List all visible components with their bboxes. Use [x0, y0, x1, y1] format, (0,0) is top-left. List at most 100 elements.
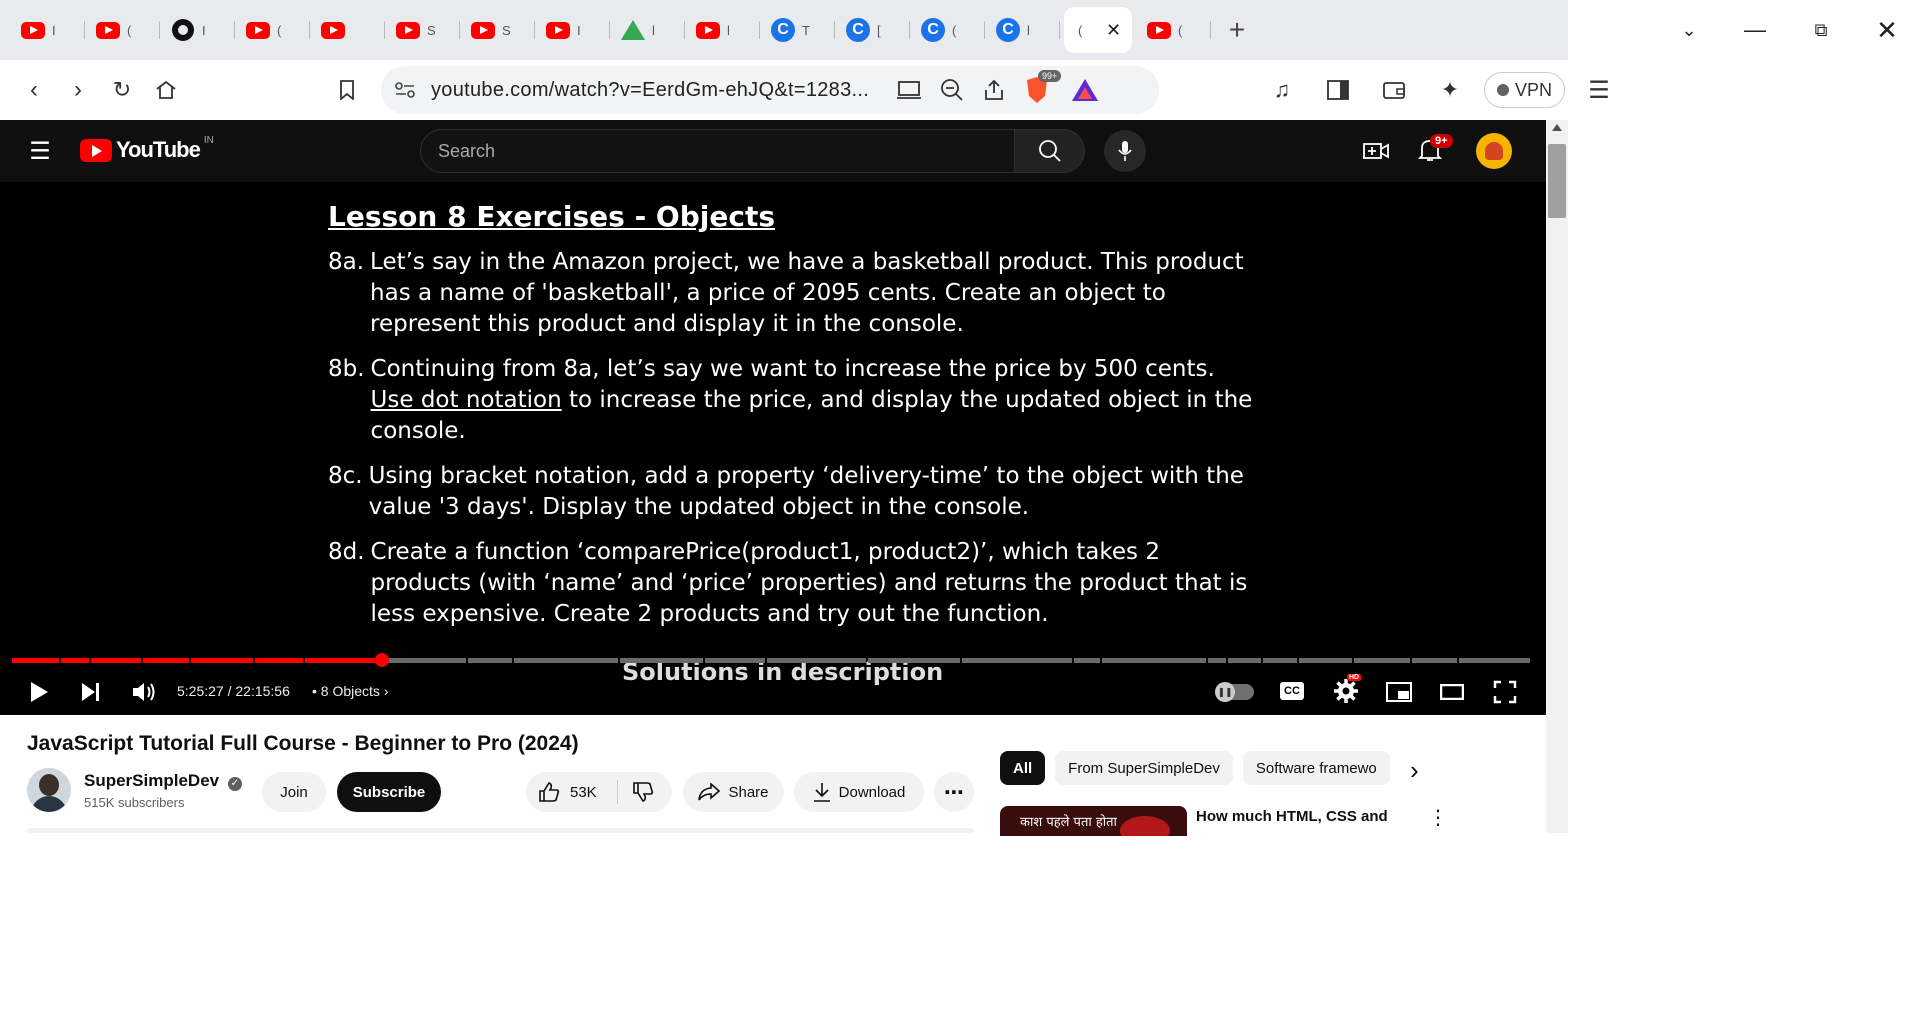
sidebar-toggle-icon[interactable] [1316, 70, 1360, 110]
channel-name-text[interactable]: SuperSimpleDev [84, 771, 219, 790]
chapter-segment[interactable] [620, 658, 704, 663]
chapter-button[interactable]: • 8 Objects › [312, 683, 389, 699]
voice-search-button[interactable] [1104, 130, 1146, 172]
browser-tab[interactable]: I [10, 7, 85, 53]
scrubber-handle[interactable] [375, 653, 390, 667]
browser-tab[interactable] [310, 7, 385, 53]
related-thumbnail[interactable]: काश पहले पता होता [1000, 806, 1187, 836]
channel-avatar[interactable] [27, 768, 71, 812]
restore-button[interactable]: ⧉ [1788, 0, 1854, 60]
browser-tab[interactable]: l [685, 7, 760, 53]
dislike-button[interactable] [618, 781, 654, 803]
bookmark-button[interactable] [325, 70, 369, 110]
tab-search-chevron-icon[interactable]: ⌄ [1656, 0, 1722, 60]
join-button[interactable]: Join [262, 772, 326, 812]
site-info-icon[interactable] [393, 80, 417, 100]
wallet-icon[interactable] [1372, 70, 1416, 110]
volume-button[interactable] [131, 680, 157, 709]
browser-tab[interactable]: I [535, 7, 610, 53]
browser-tab[interactable]: S [385, 7, 460, 53]
more-actions-button[interactable]: ⋯ [934, 772, 974, 812]
chapter-segment[interactable] [962, 658, 1073, 663]
browser-tab[interactable]: S [460, 7, 535, 53]
menu-hamburger-icon[interactable]: ☰ [1577, 70, 1621, 110]
back-button[interactable]: ‹ [12, 70, 56, 110]
youtube-logo[interactable]: YouTube IN [80, 135, 214, 163]
create-video-button[interactable] [1362, 139, 1390, 168]
chapter-segment[interactable] [513, 658, 618, 663]
chapter-segment[interactable] [1411, 658, 1458, 663]
scrollbar-thumb[interactable] [1548, 144, 1566, 218]
chapter-segment[interactable] [1228, 658, 1261, 663]
account-avatar[interactable] [1476, 133, 1512, 169]
brave-rewards-triangle-icon[interactable] [1070, 77, 1100, 103]
like-button[interactable]: 53K [526, 780, 618, 804]
download-button[interactable]: Download [794, 772, 924, 812]
chapter-segment[interactable] [705, 658, 766, 663]
home-button[interactable] [144, 70, 188, 110]
leo-ai-icon[interactable]: ✦ [1428, 70, 1472, 110]
related-video-title[interactable]: How much HTML, CSS and [1196, 808, 1388, 825]
notifications-button[interactable]: 9+ [1417, 134, 1453, 168]
close-tab-icon[interactable]: ✕ [1106, 20, 1121, 41]
browser-tab[interactable]: CT [760, 7, 835, 53]
chapter-segment[interactable] [1262, 658, 1298, 663]
search-button[interactable] [1015, 129, 1085, 173]
chapter-segment[interactable] [1101, 658, 1207, 663]
reload-button[interactable]: ↻ [100, 70, 144, 110]
miniplayer-button[interactable] [1386, 682, 1412, 707]
next-button[interactable] [80, 681, 102, 708]
scroll-up-arrow-icon[interactable] [1552, 124, 1562, 131]
chapter-segment[interactable] [1299, 658, 1353, 663]
forward-button[interactable]: › [56, 70, 100, 110]
chapter-segment[interactable] [1354, 658, 1410, 663]
browser-tab[interactable]: I [160, 7, 235, 53]
chapter-segment[interactable] [468, 658, 512, 663]
filter-chip[interactable]: Software framewo [1242, 751, 1390, 785]
search-input[interactable]: Search [420, 129, 1015, 173]
chapter-segment[interactable] [867, 658, 960, 663]
share-button[interactable]: Share [683, 772, 784, 812]
address-bar[interactable]: youtube.com/watch?v=EerdGm-ehJQ&t=1283..… [381, 66, 1159, 114]
autoplay-toggle[interactable]: ❚❚ [1215, 682, 1254, 702]
captions-button[interactable]: CC [1280, 682, 1304, 700]
video-player[interactable]: Lesson 8 Exercises - Objects 8a. Let’s s… [0, 182, 1546, 715]
browser-tab[interactable]: l [610, 7, 685, 53]
page-scrollbar[interactable] [1546, 120, 1568, 833]
progress-bar[interactable] [12, 658, 1532, 664]
browser-tab[interactable]: ( [1136, 7, 1211, 53]
minimize-button[interactable]: — [1722, 0, 1788, 60]
browser-tab[interactable]: ( [235, 7, 310, 53]
browser-tab[interactable]: ( [85, 7, 160, 53]
url-text[interactable]: youtube.com/watch?v=EerdGm-ehJQ&t=1283..… [431, 79, 869, 102]
related-video-menu-icon[interactable]: ⋮ [1428, 805, 1448, 830]
chapter-segment[interactable] [381, 658, 466, 663]
chapter-segment[interactable] [1074, 658, 1100, 663]
zoom-out-icon[interactable] [940, 78, 964, 102]
vpn-button[interactable]: VPN [1484, 72, 1566, 108]
browser-tab[interactable]: Cl [985, 7, 1060, 53]
browser-tab[interactable]: C[ [835, 7, 910, 53]
music-icon[interactable]: ♫ [1260, 70, 1304, 110]
channel-name[interactable]: SuperSimpleDev ✓ [84, 771, 242, 791]
theater-mode-button[interactable] [1439, 683, 1465, 705]
brave-shields-button[interactable]: 99+ [1024, 70, 1062, 104]
chapter-chevron-icon: › [379, 683, 389, 699]
chapter-segment[interactable] [767, 658, 866, 663]
chapter-segment[interactable] [1208, 658, 1226, 663]
filter-chip[interactable]: All [1000, 751, 1046, 785]
guide-menu-icon[interactable]: ☰ [18, 131, 62, 171]
filter-chip[interactable]: From SuperSimpleDev [1055, 751, 1233, 785]
close-window-button[interactable]: ✕ [1854, 0, 1920, 60]
browser-tab[interactable]: (✕ [1064, 7, 1132, 53]
browser-tab[interactable]: C( [910, 7, 985, 53]
chapter-segment[interactable] [1459, 658, 1530, 663]
cast-icon[interactable] [896, 79, 922, 101]
share-page-icon[interactable] [982, 78, 1006, 102]
chips-next-chevron-icon[interactable]: › [1410, 755, 1419, 786]
fullscreen-button[interactable] [1493, 680, 1517, 709]
new-tab-button[interactable]: + [1215, 10, 1259, 50]
subscribe-button[interactable]: Subscribe [337, 772, 441, 812]
play-button[interactable] [28, 680, 50, 709]
settings-button[interactable]: HD [1333, 674, 1362, 704]
